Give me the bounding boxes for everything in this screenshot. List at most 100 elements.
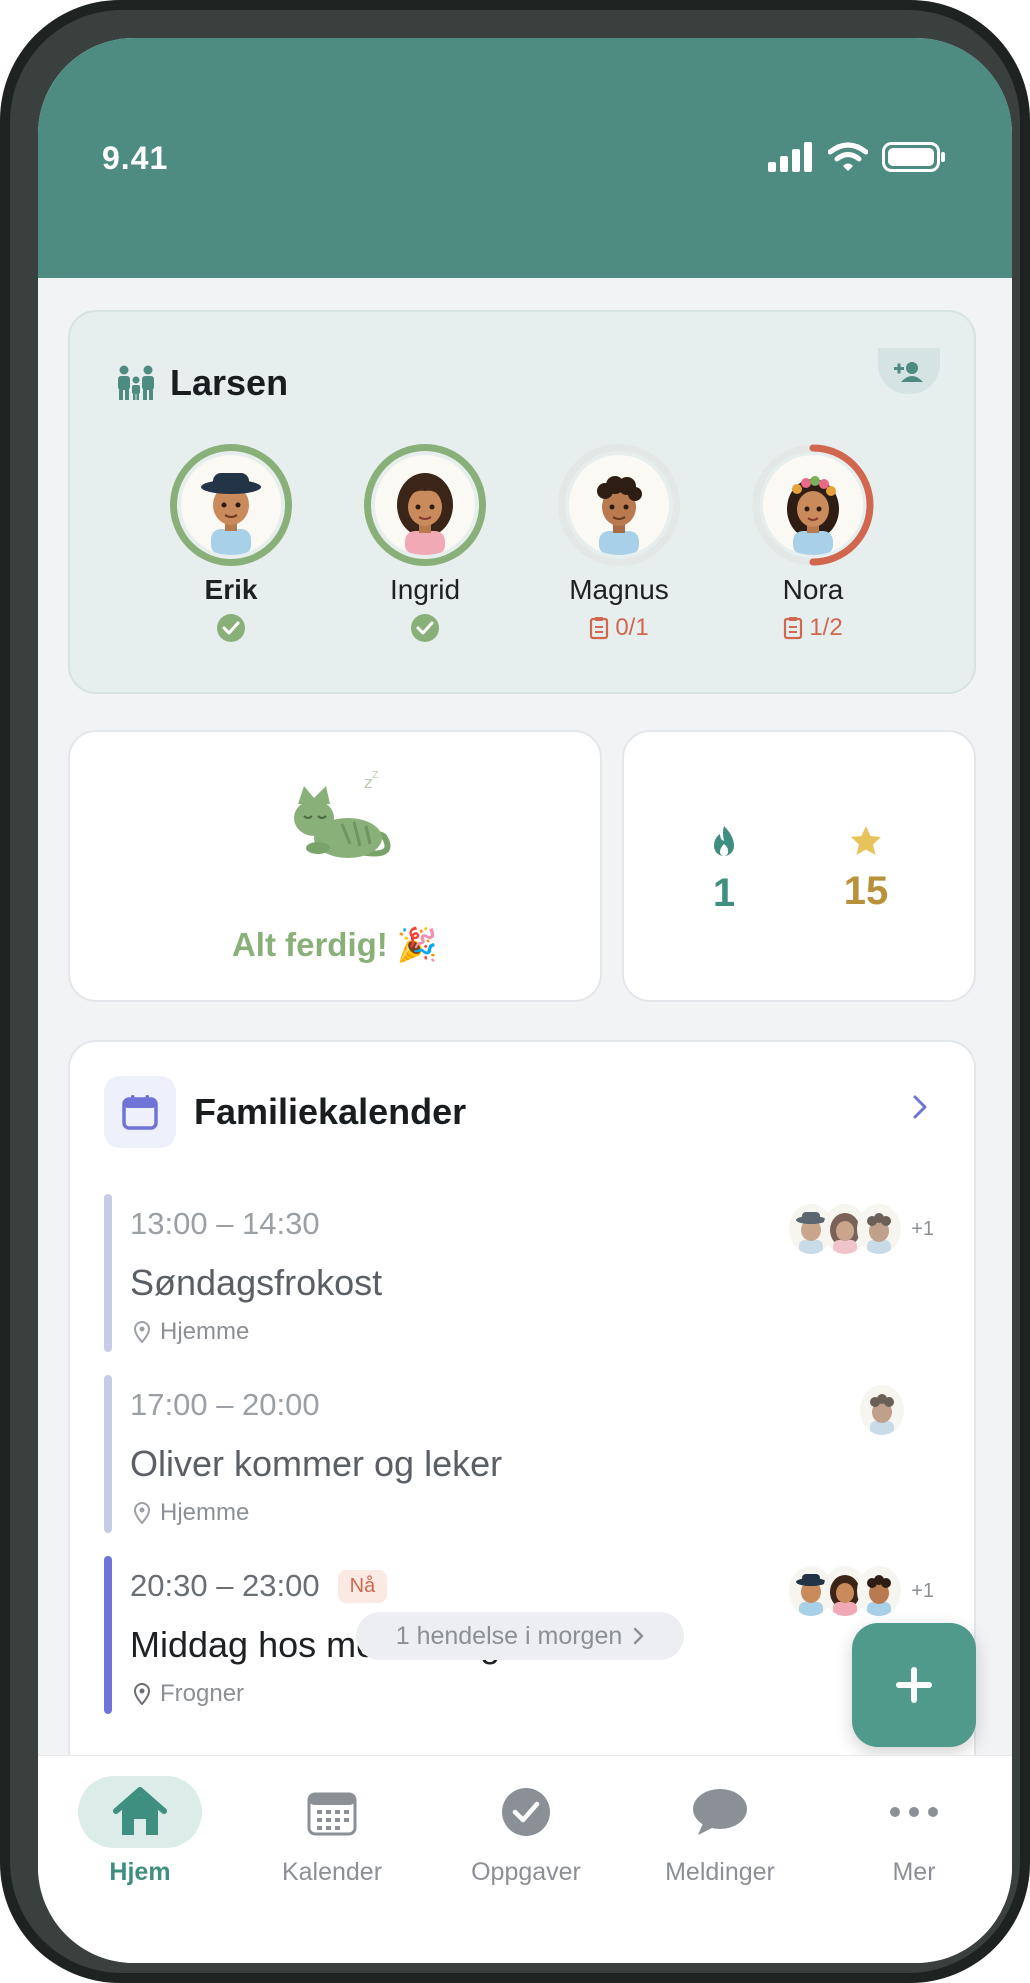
calendar-header[interactable]: Familiekalender (104, 1076, 466, 1148)
tab-icon-bg (852, 1776, 976, 1848)
home-content: Larsen Erik Ingrid Magnus 0/1 Nora 1/2 z… (38, 278, 1012, 1783)
tab-calendar[interactable]: Kalender (252, 1776, 412, 1887)
progress-ring (364, 444, 486, 566)
signal-icon (768, 142, 812, 172)
member-erik[interactable]: Erik (170, 444, 292, 644)
event-color-bar (104, 1556, 112, 1714)
tab-tasks[interactable]: Oppgaver (446, 1776, 606, 1887)
progress-ring (558, 444, 680, 566)
avatar (375, 455, 475, 555)
streak-stat: 1 (674, 824, 774, 916)
stars-stat: 15 (816, 824, 916, 914)
check-circle-icon (217, 614, 245, 642)
clipboard-icon (590, 617, 609, 640)
event-time-text: 17:00 – 20:00 (130, 1387, 320, 1422)
now-badge: Nå (337, 1569, 388, 1603)
add-member-button[interactable] (878, 348, 940, 394)
family-members: Erik Ingrid Magnus 0/1 Nora 1/2 (170, 444, 874, 644)
family-calendar-card: Familiekalender 13:00 – 14:30 Søndagsfro… (68, 1040, 976, 1783)
member-name: Ingrid (389, 574, 461, 605)
tab-label: Kalender (281, 1858, 383, 1886)
event-time: 20:30 – 23:00 Nå (130, 1568, 388, 1604)
home-icon (113, 1787, 167, 1835)
person-avatar-icon (867, 1575, 892, 1616)
member-status: 0/1 (589, 612, 649, 644)
member-nora[interactable]: Nora 1/2 (752, 444, 874, 644)
member-name: Nora (782, 574, 844, 605)
progress-ring (752, 444, 874, 566)
event-color-bar (104, 1194, 112, 1352)
all-done-text: Alt ferdig! 🎉 (231, 926, 439, 963)
member-status (216, 612, 246, 644)
event-participants: +1 (789, 1204, 934, 1254)
event-time: 13:00 – 14:30 (130, 1206, 320, 1242)
family-header: Larsen (116, 362, 288, 404)
event-participants: +1 (789, 1566, 934, 1616)
event-participants (860, 1385, 904, 1435)
tomorrow-text: 1 hendelse i morgen (395, 1621, 623, 1650)
person-avatar-icon (597, 476, 642, 555)
location-pin-icon (134, 1321, 150, 1343)
tab-icon-bg (464, 1776, 588, 1848)
member-status: 1/2 (783, 612, 843, 644)
clipboard-icon (784, 617, 803, 640)
flame-icon (714, 826, 734, 856)
phone-frame: 9.41 Larsen Erik Ingrid Magnus 0/1 Nora … (0, 0, 1030, 1983)
partial-progress-ring (752, 444, 874, 566)
event-time: 17:00 – 20:00 (130, 1387, 320, 1423)
stats-card[interactable]: 1 15 (622, 730, 976, 1002)
member-status (410, 612, 440, 644)
participant-avatar (857, 1204, 902, 1254)
check-circle-icon (411, 614, 439, 642)
family-card: Larsen Erik Ingrid Magnus 0/1 Nora 1/2 (68, 310, 976, 694)
participant-avatar (860, 1385, 904, 1435)
svg-text:z: z (372, 767, 378, 781)
event-item[interactable]: 17:00 – 20:00 Oliver kommer og leker Hje… (104, 1375, 944, 1533)
member-name: Magnus (569, 574, 669, 605)
participant-avatar (857, 1566, 902, 1616)
member-name: Erik (204, 574, 258, 605)
event-item[interactable]: 13:00 – 14:30 Søndagsfrokost Hjemme +1 (104, 1194, 944, 1352)
member-ingrid[interactable]: Ingrid (364, 444, 486, 644)
battery-icon (882, 142, 945, 172)
star-icon (851, 826, 881, 855)
extra-participants: +1 (911, 1579, 934, 1602)
event-title: Oliver kommer og leker (130, 1443, 503, 1484)
event-title: Søndagsfrokost (130, 1262, 383, 1303)
status-time: 9.41 (102, 140, 169, 176)
tab-messages[interactable]: Meldinger (640, 1776, 800, 1887)
calendar-icon (307, 1792, 357, 1836)
event-location: Hjemme (134, 1318, 249, 1346)
tomorrow-events-button[interactable]: 1 hendelse i morgen (356, 1612, 684, 1660)
all-done-card: z z Alt ferdig! 🎉 (68, 730, 602, 1002)
avatar (569, 455, 669, 555)
tab-label: Mer (892, 1858, 936, 1886)
plus-icon (896, 1667, 932, 1703)
progress-ring (170, 444, 292, 566)
tab-icon-bg (270, 1776, 394, 1848)
tab-label: Hjem (109, 1858, 171, 1886)
member-magnus[interactable]: Magnus 0/1 (558, 444, 680, 644)
add-button[interactable] (852, 1623, 976, 1747)
event-color-bar (104, 1375, 112, 1533)
person-avatar-icon (870, 1394, 894, 1435)
tab-home[interactable]: Hjem (60, 1776, 220, 1887)
person-avatar-icon (397, 473, 453, 555)
tab-icon-bg (78, 1776, 202, 1848)
event-location-text: Frogner (160, 1680, 245, 1707)
calendar-icon (122, 1095, 158, 1130)
extra-participants: +1 (911, 1217, 934, 1240)
app-screen: 9.41 Larsen Erik Ingrid Magnus 0/1 Nora … (38, 38, 1012, 1963)
tab-more[interactable]: Mer (834, 1776, 994, 1887)
tab-label: Meldinger (665, 1858, 775, 1886)
task-count: 0/1 (615, 614, 649, 641)
checkmark-icon (502, 1788, 550, 1836)
stars-value: 15 (843, 869, 889, 913)
location-pin-icon (134, 1502, 150, 1524)
chevron-right-icon[interactable] (912, 1094, 928, 1120)
streak-value: 1 (712, 871, 736, 915)
family-icon (118, 365, 154, 400)
family-name: Larsen (170, 362, 289, 403)
sleeping-cat-icon: z z (294, 767, 391, 858)
avatar (181, 455, 281, 555)
